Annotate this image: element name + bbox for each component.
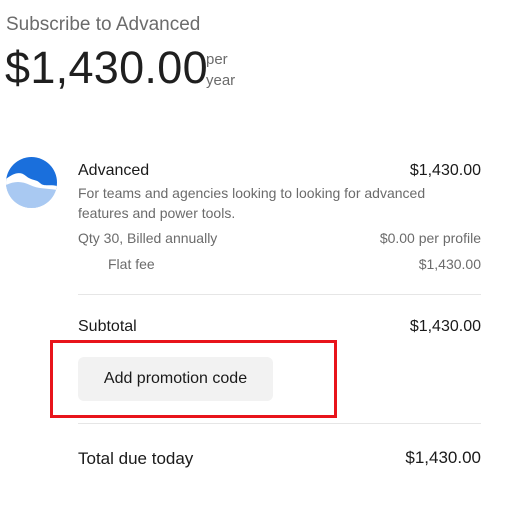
- product-description: For teams and agencies looking to lookin…: [78, 185, 426, 221]
- product-logo-icon: [6, 157, 57, 208]
- divider: [78, 294, 481, 295]
- subscribe-title: Subscribe to Advanced: [6, 14, 201, 35]
- flat-fee-price: $1,430.00: [418, 256, 481, 272]
- price-amount: $1,430.00: [5, 42, 208, 93]
- billing-period-line-2: year: [206, 72, 236, 89]
- quantity-price: $0.00 per profile: [379, 230, 481, 246]
- total-due-label: Total due today: [78, 449, 194, 468]
- product-price: $1,430.00: [409, 162, 481, 179]
- subtotal-label: Subtotal: [78, 318, 137, 335]
- quantity-label: Qty 30, Billed annually: [78, 230, 218, 246]
- billing-period: per year: [206, 49, 235, 91]
- product-name: Advanced: [78, 162, 150, 179]
- divider: [78, 423, 481, 424]
- subtotal-value: $1,430.00: [409, 318, 481, 335]
- billing-period-line-1: per: [206, 51, 228, 68]
- flat-fee-label: Flat fee: [108, 256, 155, 272]
- product-logo-graphic: [6, 157, 57, 208]
- add-promotion-code-button[interactable]: Add promotion code: [78, 357, 273, 401]
- total-due-value: $1,430.00: [405, 448, 481, 467]
